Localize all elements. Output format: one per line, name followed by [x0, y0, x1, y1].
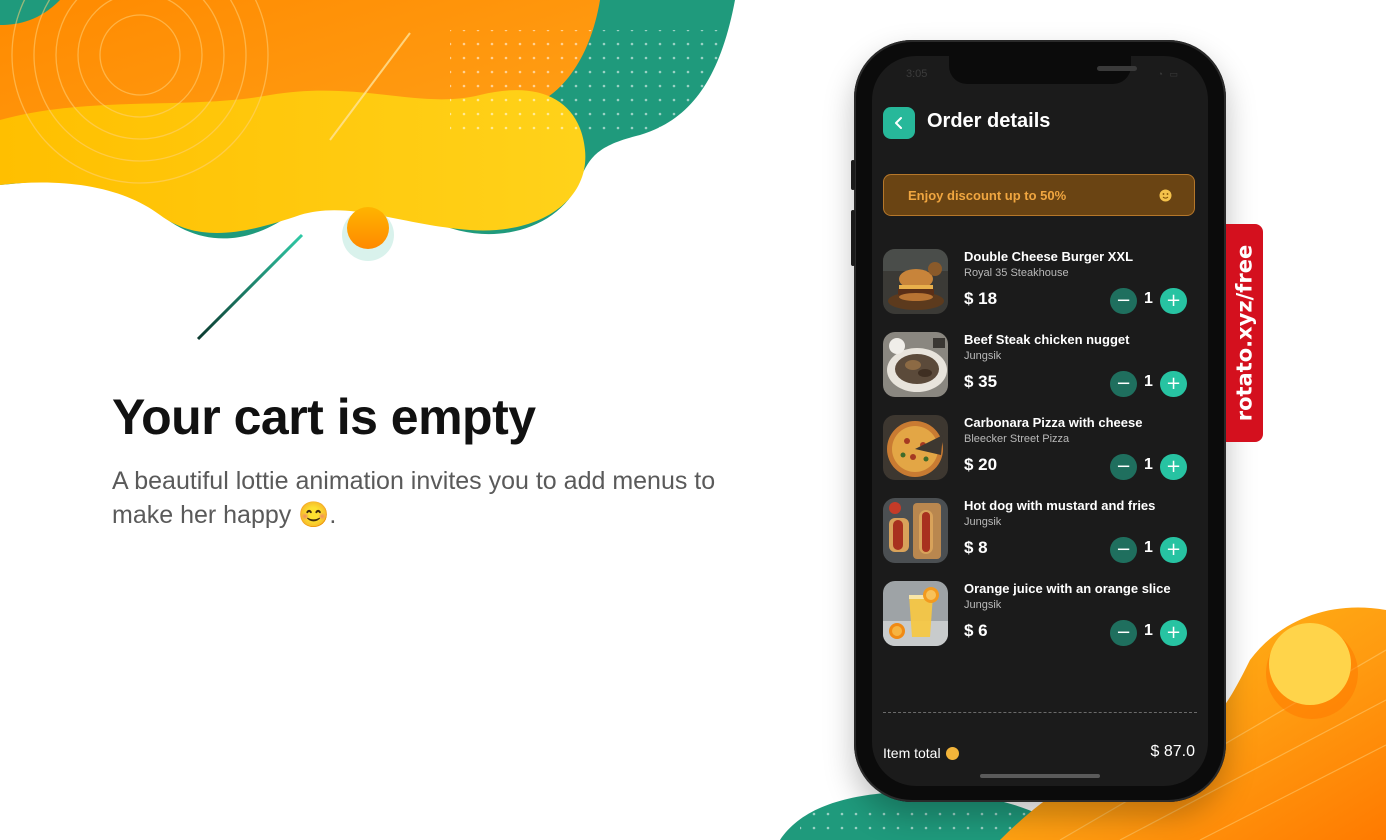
cart-item: Double Cheese Burger XXL Royal 35 Steakh…: [883, 249, 1197, 315]
status-time: 3:05: [906, 68, 928, 80]
item-name: Hot dog with mustard and fries: [964, 498, 1156, 513]
chevron-left-icon: [895, 117, 902, 129]
increase-button[interactable]: +: [1160, 371, 1187, 397]
wifi-icon: ◔: [1157, 69, 1165, 79]
yum-emoji-icon: [945, 747, 959, 760]
discount-text: Enjoy discount up to 50%: [908, 187, 1067, 203]
item-total-value: $ 87.0: [1150, 743, 1195, 760]
item-name: Beef Steak chicken nugget: [964, 332, 1130, 347]
phone-side-button: [851, 160, 855, 190]
pizza-image: [883, 415, 948, 480]
cart-item: Orange juice with an orange slice Jungsi…: [883, 581, 1197, 647]
hotdog-image: [883, 498, 948, 563]
item-restaurant: Jungsik: [964, 516, 1002, 528]
item-name: Carbonara Pizza with cheese: [964, 415, 1143, 430]
phone-screen: 3:05 ◔ ▭ Order details Enjoy discount up…: [872, 56, 1208, 786]
item-price: $ 6: [964, 621, 988, 640]
item-price: $ 8: [964, 538, 988, 557]
decrease-button[interactable]: −: [1110, 371, 1137, 397]
item-name: Double Cheese Burger XXL: [964, 249, 1134, 264]
increase-button[interactable]: +: [1160, 537, 1187, 563]
watermark-link: rotato.xyz/free: [1232, 244, 1257, 422]
item-price: $ 20: [964, 455, 998, 474]
item-price: $ 18: [964, 289, 998, 308]
quantity-stepper: − 1 +: [1110, 288, 1190, 314]
item-name: Orange juice with an orange slice: [964, 581, 1171, 596]
item-restaurant: Royal 35 Steakhouse: [964, 267, 1069, 279]
burger-image: [883, 249, 948, 314]
notch: [949, 56, 1137, 84]
decrease-button[interactable]: −: [1110, 620, 1137, 646]
quantity-stepper: − 1 +: [1110, 537, 1190, 563]
item-restaurant: Bleecker Street Pizza: [964, 433, 1070, 445]
dashed-divider: [883, 712, 1197, 713]
decrease-button[interactable]: −: [1110, 288, 1137, 314]
increase-button[interactable]: +: [1160, 288, 1187, 314]
item-total-text: Item total: [883, 745, 941, 761]
speaker: [1097, 66, 1137, 71]
quantity-value: 1: [1144, 622, 1153, 639]
quantity-stepper: − 1 +: [1110, 620, 1190, 646]
item-price: $ 35: [964, 372, 998, 391]
back-button[interactable]: [883, 107, 915, 139]
cart-item: Carbonara Pizza with cheese Bleecker Str…: [883, 415, 1197, 481]
page-title: Order details: [927, 110, 1051, 132]
quantity-value: 1: [1144, 456, 1153, 473]
hero-section: Your cart is empty A beautiful lottie an…: [112, 388, 732, 532]
hero-subtitle: A beautiful lottie animation invites you…: [112, 467, 716, 529]
hero-title: Your cart is empty: [112, 389, 536, 445]
quantity-value: 1: [1144, 539, 1153, 556]
decrease-button[interactable]: −: [1110, 537, 1137, 563]
phone-side-button: [851, 210, 855, 266]
status-icons: ◔ ▭: [1158, 69, 1180, 80]
steak-image: [883, 332, 948, 397]
cart-item: Hot dog with mustard and fries Jungsik $…: [883, 498, 1197, 564]
quantity-stepper: − 1 +: [1110, 454, 1190, 480]
cart-item: Beef Steak chicken nugget Jungsik $ 35 −…: [883, 332, 1197, 398]
increase-button[interactable]: +: [1160, 454, 1187, 480]
smiley-icon: [1159, 189, 1172, 201]
quantity-value: 1: [1144, 373, 1153, 390]
item-restaurant: Jungsik: [964, 599, 1002, 611]
item-total-label: Item total: [883, 745, 959, 761]
orange-juice-image: [883, 581, 948, 646]
home-indicator: [980, 774, 1100, 778]
decrease-button[interactable]: −: [1110, 454, 1137, 480]
increase-button[interactable]: +: [1160, 620, 1187, 646]
watermark-text-wrapper[interactable]: rotato.xyz/free: [1226, 224, 1263, 442]
quantity-value: 1: [1144, 290, 1153, 307]
battery-icon: ▭: [1169, 69, 1180, 79]
discount-banner[interactable]: Enjoy discount up to 50%: [883, 174, 1195, 216]
item-restaurant: Jungsik: [964, 350, 1002, 362]
quantity-stepper: − 1 +: [1110, 371, 1190, 397]
